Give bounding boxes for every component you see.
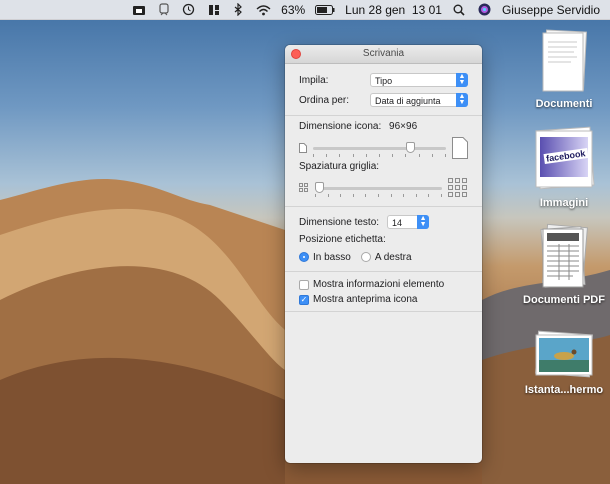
show-preview-label: Mostra anteprima icona: [313, 294, 418, 305]
video-icon[interactable]: [131, 3, 146, 17]
sort-row: Ordina per: Data di aggiunta ▲ ▼: [299, 90, 468, 110]
document-stack-icon: [539, 28, 589, 94]
position-bottom-radio[interactable]: In basso: [299, 252, 351, 263]
sort-select-value: Data di aggiunta: [375, 96, 441, 106]
time-machine-icon[interactable]: [181, 3, 196, 17]
desktop-item-label: Documenti PDF: [523, 294, 605, 306]
desktop-item-label: Istanta...hermo: [524, 384, 604, 396]
battery-percent[interactable]: 63%: [281, 3, 305, 17]
spotlight-search-icon[interactable]: [452, 3, 467, 17]
siri-icon[interactable]: [477, 3, 492, 17]
stack-label: Impila:: [299, 74, 329, 86]
sort-label: Ordina per:: [299, 94, 350, 106]
desktop-item-label: Documenti: [535, 98, 593, 110]
desktop-item-screenshots[interactable]: Istanta...hermo: [519, 330, 609, 396]
show-info-checkbox-row[interactable]: Mostra informazioni elemento: [299, 277, 468, 292]
close-button[interactable]: [291, 49, 301, 59]
show-preview-checkbox-row[interactable]: ✓ Mostra anteprima icona: [299, 292, 468, 307]
slider-ticks: [315, 193, 442, 197]
magnet-icon[interactable]: [206, 3, 221, 17]
train-icon[interactable]: [156, 3, 171, 17]
window-content: Impila: Tipo ▲ ▼ Ordina per: Data di aggi…: [285, 64, 482, 312]
icon-size-value: 96×96: [389, 121, 418, 132]
stack-select[interactable]: Tipo ▲ ▼: [370, 73, 468, 87]
stack-row: Impila: Tipo ▲ ▼: [299, 70, 468, 90]
text-size-value: 14: [392, 218, 403, 228]
window-title: Scrivania: [362, 48, 405, 59]
screenshot-stack-icon: [532, 330, 596, 380]
menubar-user-name[interactable]: Giuseppe Servidio: [502, 3, 600, 17]
position-right-label: A destra: [374, 251, 412, 263]
select-arrows-icon: ▲ ▼: [456, 73, 468, 87]
icon-size-slider-knob[interactable]: [406, 141, 415, 153]
menu-bar: 63% Lun 28 gen 13 01 Giuseppe Servidio: [0, 0, 610, 20]
text-size-row: Dimensione testo: 14 ▲ ▼: [299, 212, 468, 232]
battery-icon[interactable]: [315, 3, 335, 17]
pdf-stack-icon: [537, 222, 591, 290]
divider: [285, 115, 482, 116]
desktop-item-label: Immagini: [539, 197, 589, 209]
divider: [285, 206, 482, 207]
icon-size-label-row: Dimensione icona: 96×96: [299, 121, 468, 135]
show-info-checkbox[interactable]: [299, 279, 309, 290]
stack-select-value: Tipo: [375, 76, 393, 86]
small-page-icon: [299, 143, 307, 153]
text-size-select[interactable]: 14 ▲ ▼: [387, 215, 430, 229]
radio-indicator[interactable]: [360, 252, 371, 262]
desktop-item-immagini[interactable]: facebook Immagini: [519, 123, 609, 209]
large-page-icon: [452, 137, 468, 159]
grid-spacing-slider-row: [299, 175, 468, 201]
bluetooth-icon[interactable]: [231, 3, 246, 17]
wide-grid-icon: [448, 178, 467, 197]
tight-grid-icon: [299, 183, 308, 192]
position-right-radio[interactable]: A destra: [360, 251, 412, 263]
select-arrows-icon: ▲ ▼: [456, 93, 468, 107]
text-size-label: Dimensione testo:: [299, 216, 380, 228]
show-info-label: Mostra informazioni elemento: [313, 279, 445, 290]
window-titlebar: Scrivania: [285, 45, 482, 64]
divider: [285, 271, 482, 272]
slider-ticks: [313, 153, 446, 157]
radio-selected-indicator[interactable]: [299, 252, 309, 262]
wifi-icon[interactable]: [256, 3, 271, 17]
desktop-item-documenti-pdf[interactable]: Documenti PDF: [519, 222, 609, 306]
desktop-view-options-window: Scrivania Impila: Tipo ▲ ▼ Ordina per: Da…: [285, 45, 482, 463]
label-position-label: Posizione etichetta:: [299, 234, 386, 245]
icon-size-label: Dimensione icona:: [299, 121, 382, 132]
sort-select[interactable]: Data di aggiunta ▲ ▼: [370, 93, 468, 107]
show-preview-checkbox[interactable]: ✓: [299, 294, 309, 305]
image-stack-icon: facebook: [532, 123, 596, 193]
divider: [285, 311, 482, 312]
position-bottom-label: In basso: [313, 251, 351, 263]
grid-spacing-label: Spaziatura griglia:: [299, 161, 380, 172]
label-position-options: In basso A destra: [299, 248, 468, 266]
grid-spacing-slider[interactable]: [315, 181, 442, 197]
desktop-item-documenti[interactable]: Documenti: [519, 28, 609, 110]
icon-size-slider-row: [299, 135, 468, 161]
menubar-clock[interactable]: Lun 28 gen 13 01: [345, 3, 442, 17]
icon-size-slider[interactable]: [313, 141, 446, 157]
grid-spacing-slider-knob[interactable]: [315, 181, 324, 193]
select-arrows-icon: ▲ ▼: [417, 215, 430, 229]
